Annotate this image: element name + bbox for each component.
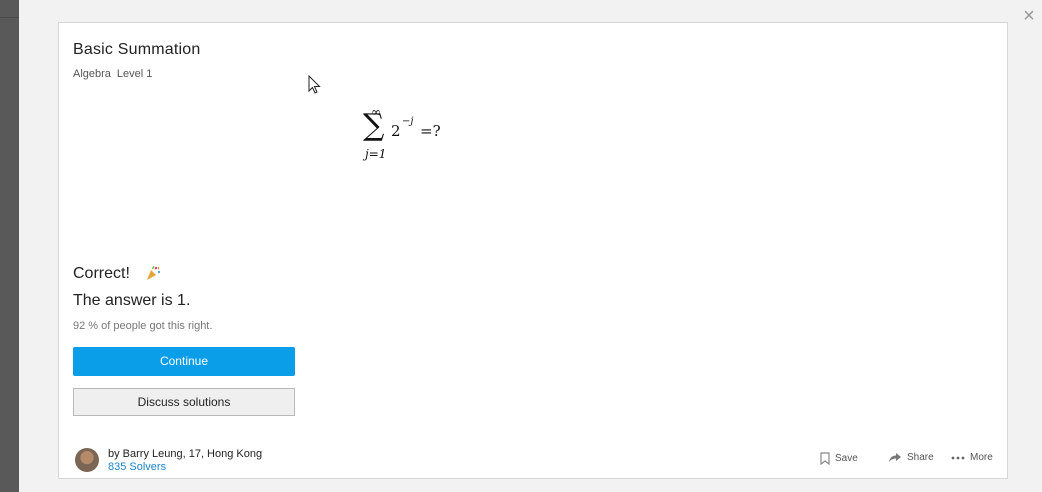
backdrop-left [0, 0, 19, 492]
close-icon[interactable]: × [1018, 5, 1040, 27]
correct-heading: Correct! [73, 265, 130, 282]
more-label: More [970, 452, 993, 463]
author-line: by Barry Leung, 17, Hong Kong [108, 448, 263, 460]
problem-card: Basic Summation Algebra Level 1 ∞ ∑ j=1 2… [58, 22, 1008, 479]
mouse-cursor-icon [308, 75, 321, 94]
more-button[interactable]: More [951, 452, 993, 463]
sigma-symbol: ∑ [363, 108, 385, 143]
problem-title: Basic Summation [73, 41, 201, 58]
bookmark-icon [820, 452, 830, 465]
summation-formula: ∞ ∑ j=1 2 −j =? [359, 105, 479, 165]
save-label: Save [835, 453, 858, 464]
formula-exponent: −j [402, 116, 414, 127]
party-popper-icon [145, 265, 161, 281]
backdrop-divider [0, 17, 19, 18]
save-button[interactable]: Save [820, 452, 858, 465]
continue-button[interactable]: Continue [73, 347, 295, 376]
share-label: Share [907, 452, 934, 463]
lower-limit: j=1 [365, 147, 387, 161]
avatar[interactable] [75, 448, 99, 472]
level-label[interactable]: Level 1 [117, 68, 152, 80]
share-arrow-icon [889, 453, 901, 462]
answer-text: The answer is 1. [73, 292, 191, 309]
solvers-link[interactable]: 835 Solvers [108, 461, 166, 473]
share-button[interactable]: Share [888, 452, 934, 463]
problem-meta: Algebra Level 1 [73, 68, 152, 80]
formula-question: =? [420, 122, 441, 140]
discuss-solutions-button[interactable]: Discuss solutions [73, 388, 295, 416]
topic-label[interactable]: Algebra [73, 68, 111, 80]
formula-base: 2 [391, 122, 401, 140]
success-stat: 92 % of people got this right. [73, 320, 213, 332]
more-dots-icon [951, 456, 965, 459]
